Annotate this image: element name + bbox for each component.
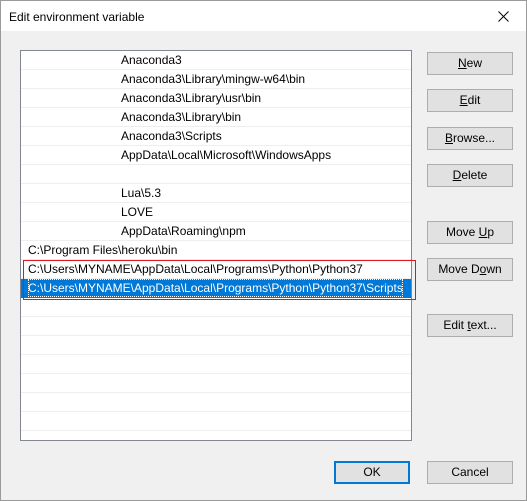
path-row[interactable]: C:\Users\MYNAME\AppData\Local\Programs\P… [21,260,411,279]
path-row[interactable]: AppData\Roaming\npm [21,222,411,241]
path-row[interactable] [21,317,411,336]
path-row[interactable]: Lua\5.3 [21,184,411,203]
title-bar: Edit environment variable [1,1,526,31]
cancel-button[interactable]: Cancel [427,461,513,484]
path-row[interactable]: AppData\Local\Microsoft\WindowsApps [21,146,411,165]
path-text: Anaconda3\Library\mingw-w64\bin [121,72,306,86]
path-row[interactable] [21,374,411,393]
close-icon [497,10,509,22]
path-row[interactable] [21,165,411,184]
path-text: Anaconda3\Scripts [121,129,222,143]
path-text: C:\Program Files\heroku\bin [28,243,178,257]
path-row[interactable] [21,298,411,317]
edit-env-dialog: Edit environment variable Anaconda3 Anaco… [0,0,527,501]
path-row[interactable]: Anaconda3 [21,51,411,70]
move-up-button[interactable]: Move Up [427,221,513,244]
path-row[interactable] [21,355,411,374]
path-row[interactable]: Anaconda3\Library\bin [21,108,411,127]
delete-button[interactable]: Delete [427,164,513,187]
move-down-button[interactable]: Move Down [427,258,513,281]
close-button[interactable] [480,1,526,31]
path-text: Lua\5.3 [121,186,162,200]
path-row-selected[interactable]: C:\Users\MYNAME\AppData\Local\Programs\P… [21,279,411,298]
path-text: Anaconda3 [121,53,182,67]
path-text: Anaconda3\Library\bin [121,110,242,124]
path-text: AppData\Roaming\npm [121,224,246,238]
dialog-title: Edit environment variable [9,10,145,24]
path-text: C:\Users\MYNAME\AppData\Local\Programs\P… [28,279,403,297]
path-row[interactable]: C:\Program Files\heroku\bin [21,241,411,260]
path-list[interactable]: Anaconda3 Anaconda3\Library\mingw-w64\bin… [20,50,412,441]
path-text: C:\Users\MYNAME\AppData\Local\Programs\P… [28,262,363,276]
path-row[interactable] [21,393,411,412]
path-text: LOVE [121,205,154,219]
path-text: Anaconda3\Library\usr\bin [121,91,262,105]
browse-button[interactable]: Browse... [427,127,513,150]
path-row[interactable]: Anaconda3\Library\mingw-w64\bin [21,70,411,89]
path-text: AppData\Local\Microsoft\WindowsApps [121,148,332,162]
path-row[interactable] [21,412,411,431]
path-row[interactable]: Anaconda3\Scripts [21,127,411,146]
ok-button[interactable]: OK [334,461,410,484]
path-row[interactable] [21,336,411,355]
edit-button[interactable]: Edit [427,89,513,112]
new-button[interactable]: New [427,52,513,75]
edit-text-button[interactable]: Edit text... [427,314,513,337]
path-row[interactable]: Anaconda3\Library\usr\bin [21,89,411,108]
path-row[interactable]: LOVE [21,203,411,222]
